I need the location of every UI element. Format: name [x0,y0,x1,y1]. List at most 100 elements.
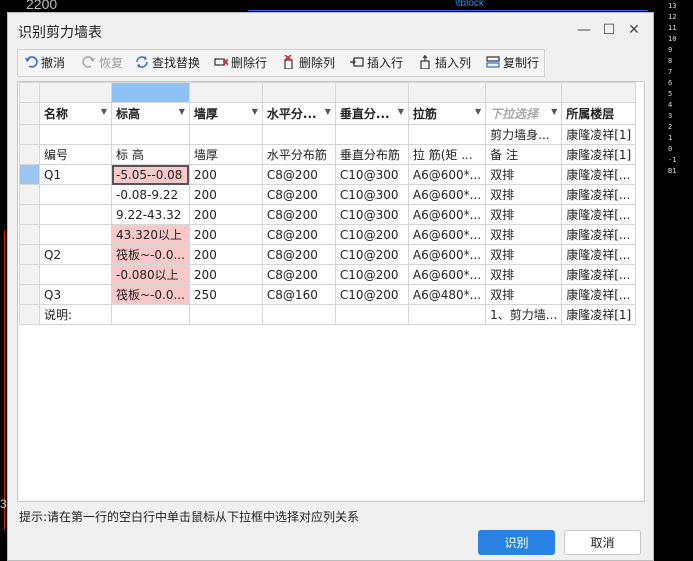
column-mapping-dropdown[interactable]: 墙厚 ▼ [188,102,263,125]
table-cell[interactable] [111,124,190,145]
minimize-button[interactable]: — [575,21,593,39]
table-cell[interactable]: -0.080以上 [111,264,190,285]
table-cell[interactable]: -5.05--0.08 [111,164,190,185]
table-cell[interactable]: C10@200 [334,284,409,305]
table-cell[interactable]: Q3 [39,284,112,305]
maximize-button[interactable]: ☐ [600,21,618,39]
table-cell[interactable]: 1、剪力墙... [485,304,563,325]
table-cell[interactable]: 康隆凌祥[... [561,164,637,185]
column-mapping-dropdown[interactable]: 标高 ▼ [111,102,190,125]
cancel-button[interactable]: 取消 [564,530,641,555]
table-cell[interactable]: 康隆凌祥[... [561,244,637,265]
table-cell[interactable]: A6@600*... [407,164,487,185]
row-header[interactable] [19,184,40,205]
table-cell[interactable]: C10@300 [334,184,409,205]
dropdown-arrow-icon[interactable]: ▼ [475,107,481,116]
table-cell[interactable]: Q2 [39,244,112,265]
table-cell[interactable]: 43.320以上 [111,224,190,245]
table-cell[interactable]: C8@200 [261,164,336,185]
table-cell[interactable]: 康隆凌祥[1] [561,144,637,165]
column-mapping-dropdown[interactable]: 垂直分... ▼ [334,102,409,125]
row-header[interactable] [19,164,40,185]
table-cell[interactable]: C10@200 [334,264,409,285]
table-cell[interactable]: 250 [188,284,263,305]
table-cell[interactable]: A6@480*... [407,284,487,305]
table-cell[interactable] [261,304,336,325]
table-cell[interactable]: C10@300 [334,164,409,185]
table-cell[interactable]: 康隆凌祥[... [561,184,637,205]
table-cell[interactable]: C10@200 [334,244,409,265]
table-cell[interactable] [334,304,409,325]
table-cell[interactable]: A6@600*... [407,244,487,265]
table-cell[interactable]: 筏板~-0.0... [111,244,190,265]
column-selector[interactable] [111,82,190,103]
table-cell[interactable] [407,304,487,325]
table-cell[interactable]: C8@200 [261,264,336,285]
row-header[interactable] [19,144,40,165]
table-cell[interactable]: 双排 [485,204,563,225]
column-mapping-dropdown[interactable]: 名称 ▼ [39,102,112,125]
table-cell[interactable]: C10@200 [334,224,409,245]
close-button[interactable]: ✕ [625,21,643,39]
dropdown-arrow-icon[interactable]: ▼ [398,107,404,116]
table-cell[interactable] [39,204,112,225]
dropdown-arrow-icon[interactable]: ▼ [179,107,185,116]
row-header[interactable] [19,224,40,245]
table-cell[interactable]: 双排 [485,244,563,265]
column-selector[interactable] [334,82,409,103]
table-cell[interactable]: 筏板~-0.0... [111,284,190,305]
table-cell[interactable]: 编号 [39,144,112,165]
table-cell[interactable]: 200 [188,204,263,225]
table-cell[interactable]: 200 [188,244,263,265]
table-cell[interactable]: A6@600*... [407,224,487,245]
table-cell[interactable]: -0.08-9.22 [111,184,190,205]
table-cell[interactable] [39,124,112,145]
table-cell[interactable]: 双排 [485,164,563,185]
table-cell[interactable] [188,124,263,145]
table-cell[interactable]: 标 高 [111,144,190,165]
table-cell[interactable]: 9.22-43.32 [111,204,190,225]
column-selector[interactable] [485,82,563,103]
table-cell[interactable]: 双排 [485,184,563,205]
table-cell[interactable]: 康隆凌祥[... [561,264,637,285]
table-cell[interactable]: C8@200 [261,184,336,205]
table-cell[interactable] [111,304,190,325]
recognize-button[interactable]: 识别 [478,530,555,555]
copy-row-button[interactable]: 复制行 [486,54,539,72]
column-selector[interactable] [407,82,487,103]
table-cell[interactable]: C8@200 [261,204,336,225]
table-cell[interactable]: 剪力墙身... [485,124,563,145]
table-cell[interactable]: 200 [188,164,263,185]
row-header[interactable] [19,102,40,125]
table-cell[interactable] [334,124,409,145]
table-cell[interactable]: 双排 [485,224,563,245]
table-cell[interactable]: 拉 筋(矩 ... [407,144,487,165]
table-cell[interactable]: 200 [188,184,263,205]
table-cell[interactable] [407,124,487,145]
redo-button[interactable]: 恢复 [82,54,123,72]
column-selector[interactable] [561,82,637,103]
table-cell[interactable]: 康隆凌祥[... [561,224,637,245]
delete-row-button[interactable]: 删除行 [214,54,267,72]
table-cell[interactable]: A6@600*... [407,264,487,285]
table-cell[interactable] [261,124,336,145]
table-cell[interactable]: 康隆凌祥[... [561,204,637,225]
table-cell[interactable]: 备 注 [485,144,563,165]
table-cell[interactable] [188,304,263,325]
corner-cell[interactable] [19,82,40,103]
column-selector[interactable] [261,82,336,103]
insert-row-button[interactable]: 插入行 [350,54,403,72]
table-cell[interactable]: C8@160 [261,284,336,305]
table-cell[interactable] [39,264,112,285]
table-cell[interactable] [39,224,112,245]
dropdown-arrow-icon[interactable]: ▼ [252,107,258,116]
dropdown-arrow-icon[interactable]: ▼ [325,107,331,116]
dropdown-arrow-icon[interactable]: ▼ [101,107,107,116]
row-header[interactable] [19,124,40,145]
column-mapping-dropdown[interactable]: 水平分... ▼ [261,102,336,125]
column-selector[interactable] [39,82,112,103]
column-mapping-dropdown[interactable]: 下拉选择 ▼ [485,102,563,125]
table-cell[interactable]: A6@600*... [407,204,487,225]
table-cell[interactable]: 说明: [39,304,112,325]
table-cell[interactable]: C8@200 [261,224,336,245]
